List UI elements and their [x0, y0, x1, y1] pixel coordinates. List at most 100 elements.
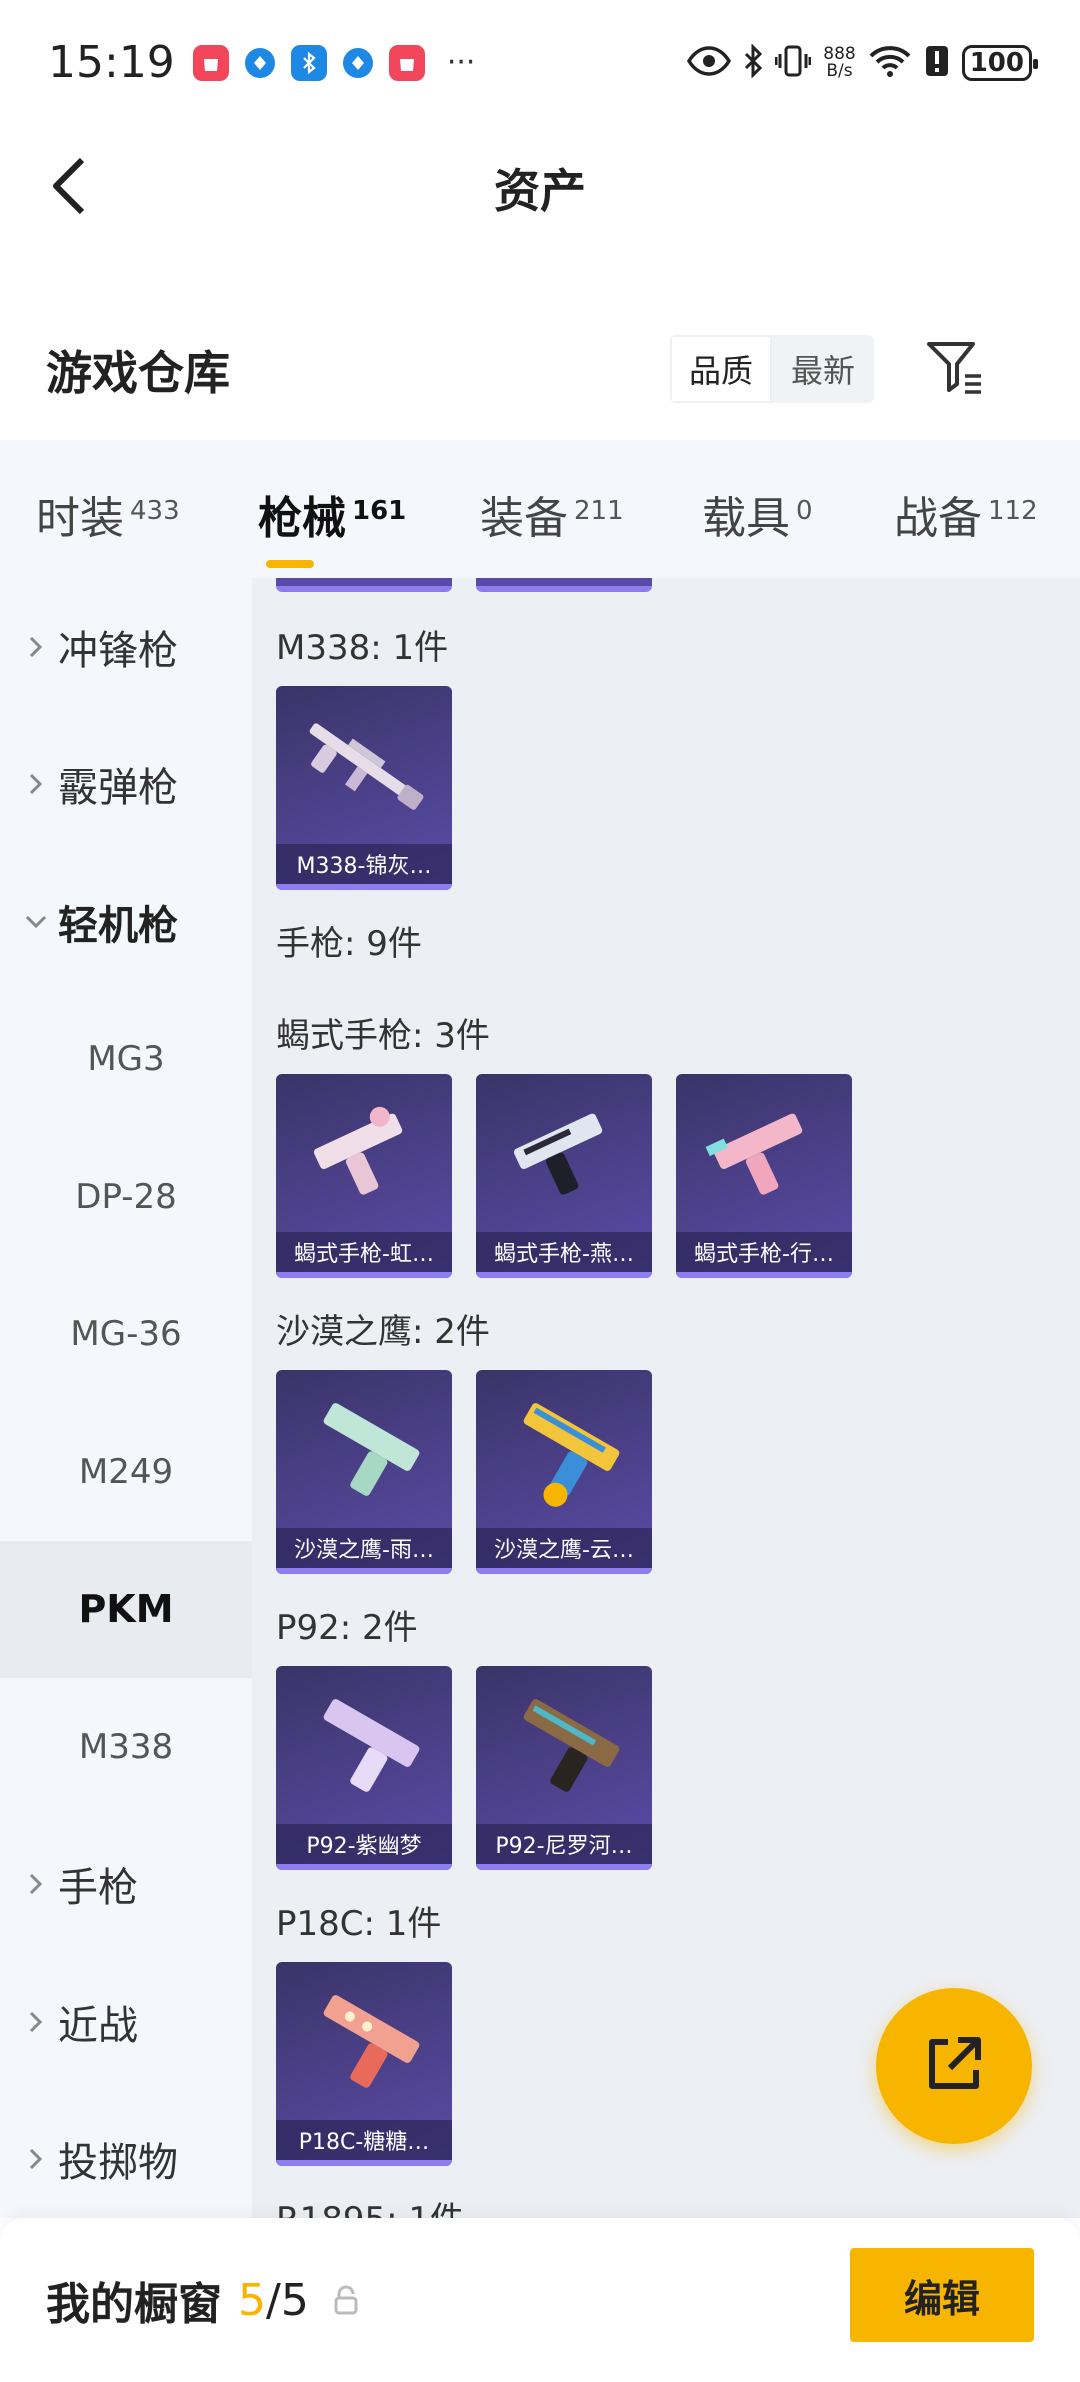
sidebar-item-label: 手枪 — [58, 1865, 138, 1912]
item-card[interactable]: P92-尼罗河… — [476, 1666, 652, 1870]
item-name: M338-锦灰… — [276, 844, 452, 884]
pistol-icon — [476, 1074, 652, 1234]
share-button[interactable] — [876, 1988, 1032, 2144]
tab-label: 枪械 — [258, 493, 346, 544]
warehouse-title: 游戏仓库 — [46, 346, 230, 400]
chevron-right-icon — [22, 2008, 50, 2036]
tab-vehicles[interactable]: 载具 0 — [702, 476, 813, 546]
showcase-count-current: 5 — [238, 2274, 266, 2326]
chevron-down-icon — [22, 908, 50, 936]
tab-label: 装备 — [480, 493, 568, 544]
pistol-icon — [476, 1666, 652, 1826]
item-card[interactable]: 沙漠之鹰-雨… — [276, 1370, 452, 1574]
sidebar-item-shotgun[interactable]: 霰弹枪 — [0, 716, 252, 854]
section-label: P92: 2件 — [276, 1608, 418, 1648]
back-button[interactable] — [40, 153, 100, 223]
item-card-partial[interactable] — [476, 578, 652, 592]
sidebar-item-pistol[interactable]: 手枪 — [0, 1816, 252, 1954]
sidebar-item-label: 轻机枪 — [58, 902, 178, 949]
item-card[interactable]: P92-紫幽梦 — [276, 1666, 452, 1870]
browser-icon — [244, 47, 275, 78]
status-bar: 15:19 ··· 888 B/s 100 — [0, 0, 1080, 125]
section-label: M338: 1件 — [276, 628, 449, 668]
item-card-partial[interactable] — [276, 578, 452, 592]
item-card[interactable]: P18C-糖糖… — [276, 1962, 452, 2166]
item-name: P92-尼罗河… — [476, 1824, 652, 1864]
item-card[interactable]: 蝎式手枪-行… — [676, 1074, 852, 1278]
item-name: 沙漠之鹰-云… — [476, 1528, 652, 1568]
item-name: 蝎式手枪-燕… — [476, 1232, 652, 1272]
tab-firearms[interactable]: 枪械 161 — [258, 476, 407, 568]
sidebar-item-lmg[interactable]: 轻机枪 — [0, 853, 252, 991]
net-speed: 888 B/s — [823, 45, 855, 81]
tab-label: 战备 — [894, 493, 982, 544]
item-card[interactable]: 沙漠之鹰-云… — [476, 1370, 652, 1574]
tab-fashion[interactable]: 时装 433 — [36, 476, 180, 546]
item-card[interactable]: M338-锦灰… — [276, 686, 452, 890]
notification-icons: ··· — [192, 44, 475, 81]
sidebar-item-label: 投掷物 — [58, 2140, 178, 2187]
item-name: 蝎式手枪-行… — [676, 1232, 852, 1272]
edit-button[interactable]: 编辑 — [850, 2248, 1034, 2342]
wifi-icon — [868, 44, 912, 82]
pistol-icon — [276, 1074, 452, 1234]
sort-quality-button[interactable]: 品质 — [670, 335, 772, 403]
warehouse-row: 游戏仓库 品质 最新 — [0, 315, 1080, 425]
item-card[interactable]: 蝎式手枪-虹… — [276, 1074, 452, 1278]
page-header: 资产 — [0, 125, 1080, 250]
sidebar-item-smg[interactable]: 冲锋枪 — [0, 578, 252, 716]
battery-indicator: 100 — [961, 44, 1039, 81]
item-name: 蝎式手枪-虹… — [276, 1232, 452, 1272]
filter-button[interactable] — [920, 335, 990, 405]
showcase-title: 我的橱窗 — [46, 2279, 222, 2330]
pistol-icon — [276, 1666, 452, 1826]
sidebar-item-m338[interactable]: M338 — [0, 1678, 252, 1816]
chevron-left-icon — [50, 156, 90, 220]
section-label: 蝎式手枪: 3件 — [276, 1016, 490, 1056]
sidebar-item-dp28[interactable]: DP-28 — [0, 1128, 252, 1266]
tab-count: 0 — [796, 496, 813, 526]
section-label: 手枪: 9件 — [276, 924, 422, 964]
section-label: 沙漠之鹰: 2件 — [276, 1312, 490, 1352]
shopping-bag-icon — [192, 44, 229, 81]
vibrate-icon — [774, 44, 812, 82]
pistol-icon — [676, 1074, 852, 1234]
sidebar-item-mg3[interactable]: MG3 — [0, 991, 252, 1129]
item-grid[interactable]: M338: 1件 M338-锦灰… 手枪: 9件 蝎式手枪: 3件 蝎式手枪-虹… — [252, 578, 1080, 2218]
lock-icon — [333, 2283, 363, 2317]
alert-icon — [924, 44, 950, 82]
net-speed-unit: B/s — [826, 60, 853, 81]
chevron-right-icon — [22, 2145, 50, 2173]
section-label: P18C: 1件 — [276, 1904, 442, 1944]
showcase-count: 5/5 — [238, 2275, 309, 2326]
tab-count: 161 — [352, 496, 407, 526]
tab-supplies[interactable]: 战备 112 — [894, 476, 1038, 546]
sidebar-item-m249[interactable]: M249 — [0, 1403, 252, 1541]
browser-icon — [342, 47, 373, 78]
tab-label: 时装 — [36, 493, 124, 544]
sidebar-item-melee[interactable]: 近战 — [0, 1953, 252, 2091]
sidebar-item-mg36[interactable]: MG-36 — [0, 1266, 252, 1404]
status-time: 15:19 — [48, 37, 175, 88]
chevron-right-icon — [22, 770, 50, 798]
sidebar-item-pkm[interactable]: PKM — [0, 1540, 252, 1678]
bluetooth-app-icon — [290, 44, 327, 81]
showcase-bar: 我的橱窗 5/5 编辑 — [0, 2218, 1080, 2382]
tab-equipment[interactable]: 装备 211 — [480, 476, 624, 546]
section-label: R1895: 1件 — [276, 2192, 464, 2218]
item-name: P92-紫幽梦 — [276, 1824, 452, 1864]
item-card[interactable]: 蝎式手枪-燕… — [476, 1074, 652, 1278]
item-name: P18C-糖糖… — [276, 2120, 452, 2160]
pistol-icon — [276, 1370, 452, 1530]
pistol-icon — [276, 1962, 452, 2122]
sidebar-item-label: 冲锋枪 — [58, 627, 178, 674]
weapon-category-sidebar: 冲锋枪 霰弹枪 轻机枪 MG3 DP-28 MG-36 M249 PKM M33… — [0, 578, 252, 2218]
pistol-icon — [476, 1370, 652, 1530]
tab-count: 433 — [130, 496, 180, 526]
bluetooth-icon — [743, 42, 763, 82]
sort-latest-button[interactable]: 最新 — [772, 335, 874, 403]
item-name: 沙漠之鹰-雨… — [276, 1528, 452, 1568]
sidebar-item-throwable[interactable]: 投掷物 — [0, 2091, 252, 2229]
filter-icon — [925, 340, 985, 400]
tab-label: 载具 — [702, 493, 790, 544]
